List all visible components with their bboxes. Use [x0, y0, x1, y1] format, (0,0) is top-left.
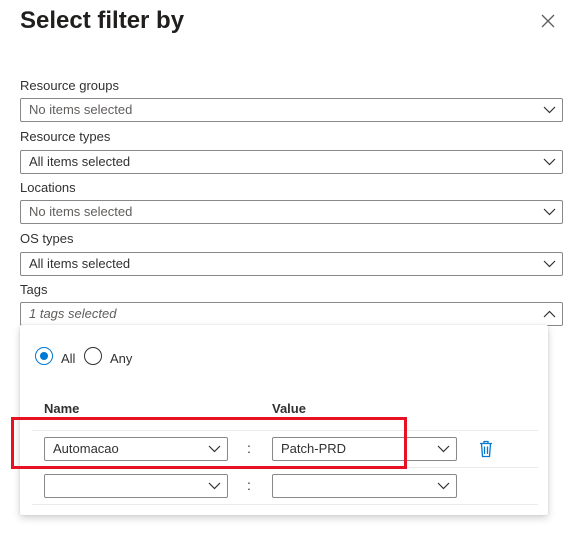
os-types-dropdown[interactable]: All items selected	[20, 252, 563, 276]
match-all-radio[interactable]	[35, 347, 53, 365]
locations-dropdown[interactable]: No items selected	[20, 200, 563, 224]
match-any-radio[interactable]	[84, 347, 102, 365]
tags-label: Tags	[20, 282, 48, 297]
divider	[32, 504, 538, 505]
match-all-label: All	[61, 351, 76, 366]
tags-value: 1 tags selected	[29, 306, 117, 321]
resource-types-label: Resource types	[20, 129, 111, 144]
delete-icon[interactable]	[478, 440, 494, 458]
locations-label: Locations	[20, 180, 76, 195]
os-types-label: OS types	[20, 231, 74, 246]
highlight-annotation	[11, 417, 407, 469]
chevron-down-icon	[543, 260, 556, 268]
chevron-down-icon	[543, 208, 556, 216]
chevron-down-icon	[543, 106, 556, 114]
locations-value: No items selected	[29, 204, 133, 219]
resource-types-value: All items selected	[29, 154, 131, 169]
resource-groups-value: No items selected	[29, 102, 133, 117]
separator: :	[247, 477, 251, 493]
os-types-value: All items selected	[29, 256, 131, 271]
value-column-header: Value	[272, 401, 306, 416]
match-any-label: Any	[110, 351, 133, 366]
resource-groups-label: Resource groups	[20, 78, 119, 93]
tag-value-dropdown[interactable]	[272, 474, 457, 498]
chevron-down-icon	[437, 482, 450, 490]
chevron-up-icon	[543, 310, 556, 318]
resource-groups-dropdown[interactable]: No items selected	[20, 98, 563, 122]
name-column-header: Name	[44, 401, 80, 416]
resource-types-dropdown[interactable]: All items selected	[20, 150, 563, 174]
tag-name-dropdown[interactable]	[44, 474, 228, 498]
chevron-down-icon	[208, 482, 221, 490]
dialog-title: Select filter by	[20, 7, 185, 34]
chevron-down-icon	[437, 445, 450, 453]
chevron-down-icon	[543, 158, 556, 166]
close-icon[interactable]	[539, 12, 557, 30]
tags-dropdown[interactable]: 1 tags selected	[20, 302, 563, 326]
